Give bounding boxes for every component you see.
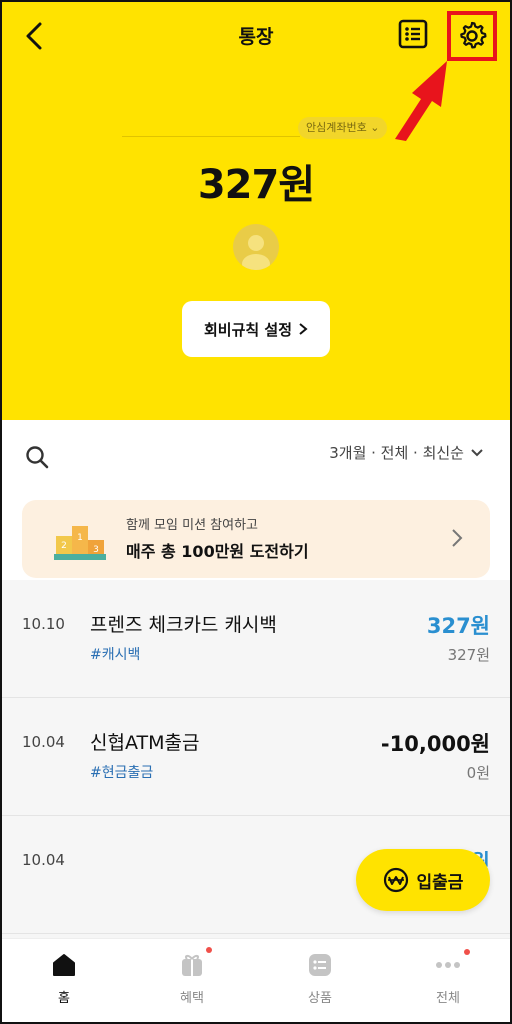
- transaction-date: 10.10: [22, 615, 65, 633]
- nav-label-all: 전체: [436, 991, 460, 1006]
- annotation-arrow: [395, 61, 447, 141]
- nav-benefits[interactable]: 혜택: [128, 939, 256, 1024]
- home-icon: [53, 954, 75, 976]
- settings-button[interactable]: [447, 11, 497, 61]
- banner-title: 매주 총 100만원 도전하기: [126, 542, 309, 561]
- avatar[interactable]: [233, 224, 279, 270]
- transaction-name: 프렌즈 체크카드 캐시백: [90, 614, 277, 636]
- transaction-date: 10.04: [22, 851, 65, 869]
- bottom-nav: 홈 혜택 상품 전체: [0, 938, 512, 1024]
- gift-icon: [178, 947, 212, 979]
- transaction-balance: 0원: [466, 764, 490, 782]
- svg-text:2: 2: [61, 541, 67, 551]
- nav-products[interactable]: 상품: [256, 939, 384, 1024]
- page-title: 통장: [238, 26, 274, 48]
- fee-rule-label: 회비규칙 설정: [203, 320, 293, 339]
- transaction-name: 신협ATM출금: [90, 732, 200, 754]
- chevron-right-icon: [452, 529, 463, 547]
- chevron-down-icon: [471, 448, 483, 456]
- transaction-balance: 327원: [447, 646, 490, 664]
- transaction-tag[interactable]: #현금출금: [90, 762, 153, 782]
- notification-dot: [464, 949, 470, 955]
- product-icon: [309, 954, 331, 976]
- fab-label: 입출금: [416, 872, 464, 893]
- mission-banner[interactable]: 1 2 3 함께 모임 미션 참여하고 매주 총 100만원 도전하기: [22, 500, 490, 578]
- account-header: 통장 안심계좌번호 ⌄ 327원 회비규칙 설정: [0, 0, 512, 420]
- nav-label-products: 상품: [308, 991, 332, 1006]
- nav-all[interactable]: 전체: [384, 939, 512, 1024]
- more-icon: [434, 949, 470, 979]
- account-balance: 327원: [197, 162, 315, 208]
- gear-icon: [460, 21, 487, 49]
- won-icon: [383, 867, 408, 893]
- banner-subtitle: 함께 모임 미션 참여하고: [126, 518, 258, 533]
- filter-row: 3개월 · 전체 · 최신순: [0, 420, 512, 488]
- fee-rule-settings-button[interactable]: 회비규칙 설정: [182, 301, 330, 357]
- filter-dropdown[interactable]: 3개월 · 전체 · 최신순: [329, 442, 484, 463]
- nav-home[interactable]: 홈: [0, 939, 128, 1024]
- filter-label: 3개월 · 전체 · 최신순: [329, 444, 464, 462]
- transaction-date: 10.04: [22, 733, 65, 751]
- account-number-chip[interactable]: 안심계좌번호 ⌄: [298, 117, 388, 139]
- transaction-amount: 327원: [426, 614, 490, 638]
- transaction-tag[interactable]: #캐시백: [90, 644, 140, 664]
- notification-dot: [206, 947, 212, 953]
- transaction-list-button[interactable]: [396, 17, 430, 51]
- transaction-row[interactable]: 10.04 신협ATM출금 #현금출금 -10,000원 0원: [0, 698, 512, 816]
- chevron-down-icon: ⌄: [370, 121, 380, 134]
- transaction-amount: -10,000원: [380, 732, 490, 756]
- podium-icon: 1 2 3: [54, 526, 106, 560]
- search-button[interactable]: [24, 444, 50, 470]
- svg-text:1: 1: [77, 533, 83, 543]
- list-icon: [398, 19, 428, 49]
- nav-label-home: 홈: [58, 991, 70, 1006]
- account-number-line: [122, 136, 300, 137]
- deposit-withdraw-button[interactable]: 입출금: [356, 849, 490, 911]
- chevron-right-icon: [299, 323, 308, 335]
- svg-text:3: 3: [93, 545, 99, 555]
- nav-label-benefits: 혜택: [180, 991, 204, 1006]
- person-icon: [242, 235, 270, 270]
- search-icon: [26, 446, 49, 469]
- transaction-row[interactable]: 10.10 프렌즈 체크카드 캐시백 #캐시백 327원 327원: [0, 580, 512, 698]
- account-number-label: 안심계좌번호: [306, 121, 367, 134]
